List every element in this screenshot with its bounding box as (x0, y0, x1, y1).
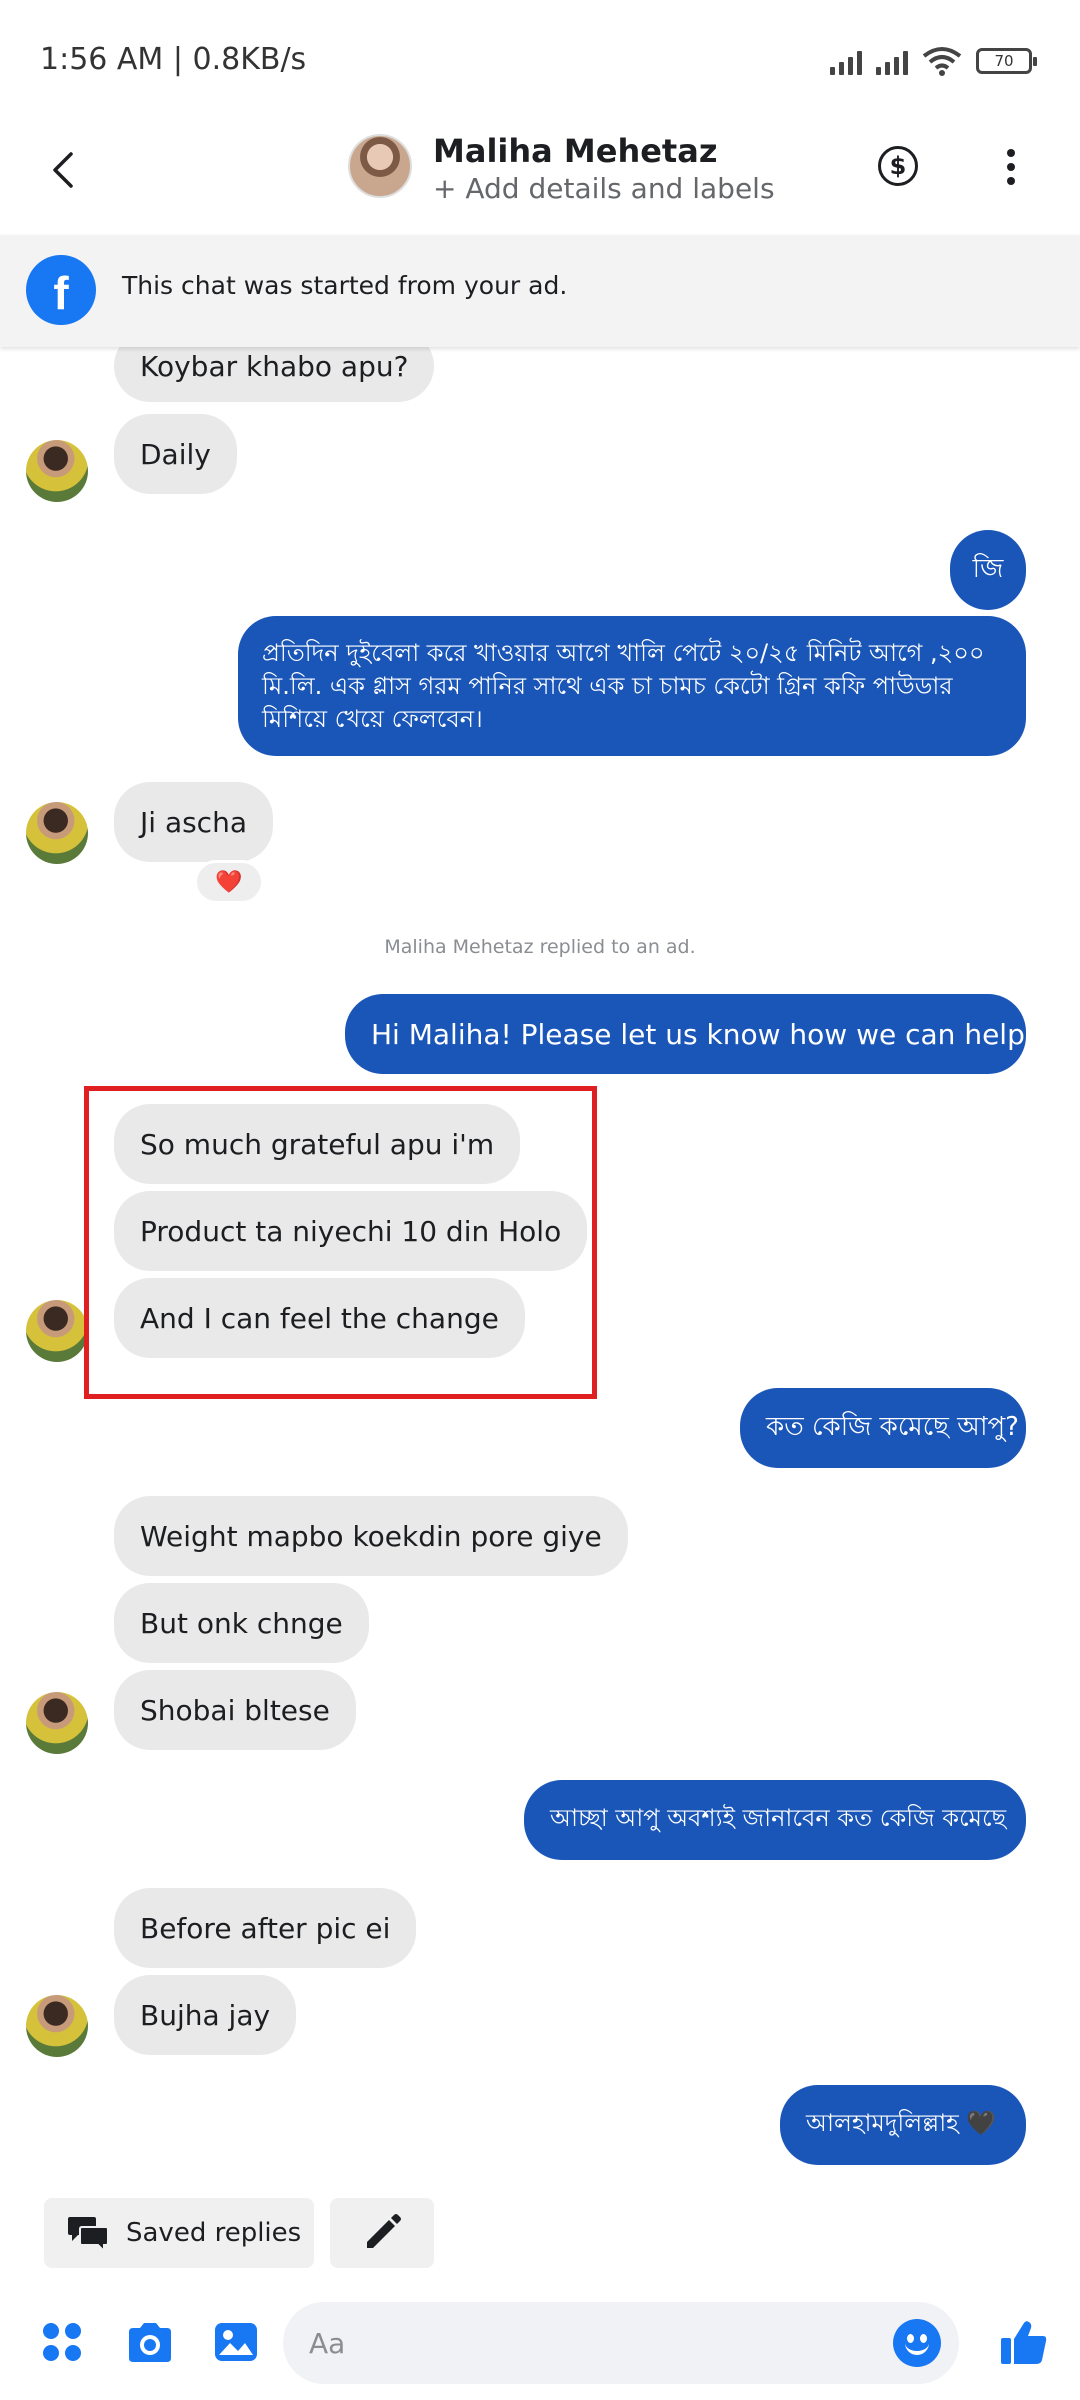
wifi-icon (922, 47, 962, 76)
message-outgoing[interactable]: জি (950, 530, 1026, 610)
contact-avatar-small[interactable] (26, 802, 88, 864)
quick-actions-row: Saved replies (0, 2198, 1080, 2272)
message-incoming[interactable]: Bujha jay (114, 1975, 297, 2055)
apps-menu-button[interactable] (32, 2312, 92, 2372)
image-icon (215, 2323, 257, 2361)
message-incoming[interactable]: Weight mapbo koekdin pore giye (114, 1496, 628, 1576)
contact-name[interactable]: Maliha Mehetaz (433, 132, 717, 170)
chat-header: Maliha Mehetaz + Add details and labels … (0, 120, 1080, 235)
chat-bubbles-icon (68, 2217, 109, 2253)
edit-button[interactable] (330, 2198, 434, 2268)
status-bar: 1:56 AM | 0.8KB/s 70 (0, 0, 1080, 120)
message-incoming[interactable]: Shobai bltese (114, 1670, 356, 1750)
back-button[interactable] (38, 145, 88, 195)
message-incoming[interactable]: But onk chnge (114, 1583, 369, 1663)
heart-reaction[interactable]: ❤️ (194, 860, 264, 904)
message-input-wrapper (283, 2302, 959, 2384)
heart-icon: ❤️ (215, 869, 243, 895)
dollar-icon: $ (889, 152, 907, 180)
contact-avatar-small[interactable] (26, 440, 88, 502)
more-options-button[interactable] (996, 142, 1026, 192)
contact-avatar-small[interactable] (26, 1692, 88, 1754)
smiley-icon (905, 2341, 929, 2355)
message-outgoing[interactable]: Hi Maliha! Please let us know how we can… (345, 994, 1080, 1074)
message-list[interactable]: Koybar khabo apu? Daily জি প্রতিদিন দুইব… (0, 340, 1080, 2190)
facebook-icon: f (26, 255, 96, 325)
pencil-icon (367, 2214, 401, 2248)
message-incoming[interactable]: Ji ascha (114, 782, 273, 862)
message-incoming[interactable]: Koybar khabo apu? (114, 340, 435, 402)
signal-icon (830, 47, 862, 75)
status-time: 1:56 AM | 0.8KB/s (40, 42, 307, 77)
gallery-button[interactable] (206, 2312, 266, 2372)
battery-icon: 70 (976, 48, 1037, 74)
message-outgoing[interactable]: কত কেজি কমেছে আপু? (740, 1388, 1026, 1468)
chevron-left-icon (53, 152, 73, 188)
status-icons: 70 (830, 46, 1037, 76)
message-incoming[interactable]: Daily (114, 414, 237, 494)
saved-replies-label: Saved replies (126, 2218, 302, 2248)
message-outgoing[interactable]: আচ্ছা আপু অবশ্যই জানাবেন কত কেজি কমেছে (524, 1780, 1026, 1860)
message-input[interactable] (309, 2302, 869, 2384)
message-composer (0, 2290, 1080, 2400)
thumbs-up-icon (1001, 2321, 1047, 2364)
grid-icon (43, 2323, 81, 2361)
ad-banner-text: This chat was started from your ad. (122, 271, 568, 300)
message-incoming[interactable]: Before after pic ei (114, 1888, 417, 1968)
camera-icon (129, 2323, 171, 2362)
annotation-highlight-box (84, 1086, 597, 1399)
camera-button[interactable] (120, 2312, 180, 2372)
message-outgoing[interactable]: আলহামদুলিল্লাহ 🖤 (780, 2085, 1026, 2165)
ad-origin-banner: f This chat was started from your ad. (0, 235, 1080, 347)
contact-avatar-small[interactable] (26, 1995, 88, 2057)
emoji-button[interactable] (893, 2319, 941, 2367)
saved-replies-button[interactable]: Saved replies (44, 2198, 314, 2268)
contact-avatar-small[interactable] (26, 1300, 88, 1362)
contact-avatar[interactable] (348, 134, 412, 198)
message-outgoing[interactable]: প্রতিদিন দুইবেলা করে খাওয়ার আগে খালি পে… (238, 616, 1026, 756)
payment-button[interactable]: $ (878, 146, 918, 186)
like-button[interactable] (994, 2312, 1054, 2372)
add-details-link[interactable]: + Add details and labels (433, 172, 775, 205)
signal-icon (876, 47, 908, 75)
system-note: Maliha Mehetaz replied to an ad. (384, 936, 696, 958)
